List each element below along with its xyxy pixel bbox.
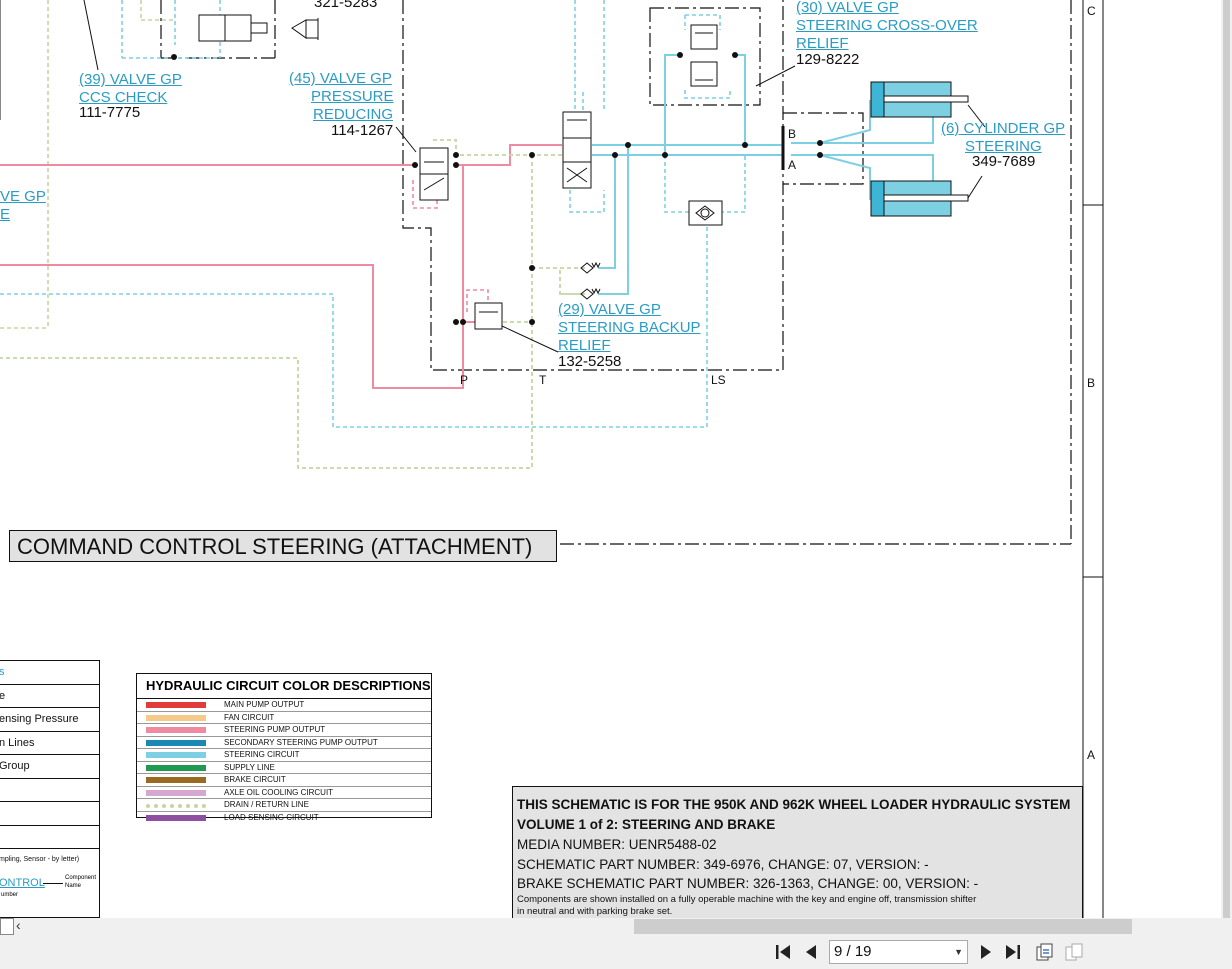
valve-29-link[interactable]: (29) VALVE GP [558, 301, 661, 319]
port-p-label: P [460, 373, 469, 387]
legend-item: STEERING PUMP OUTPUT [137, 724, 431, 737]
valve-45-name-1[interactable]: PRESSURE [311, 88, 394, 106]
legend-label: SECONDARY STEERING PUMP OUTPUT [224, 737, 378, 747]
legend-item: STEERING CIRCUIT [137, 749, 431, 762]
legend-label: FAN CIRCUIT [224, 712, 275, 722]
port-t-label: T [539, 373, 547, 387]
legend-swatch [146, 764, 206, 771]
zone-c-label: C [1087, 4, 1096, 18]
legend-rows: MAIN PUMP OUTPUT FAN CIRCUIT STEERING PUMP… [137, 699, 431, 823]
legend-item: SECONDARY STEERING PUMP OUTPUT [137, 737, 431, 749]
legend-item: MAIN PUMP OUTPUT [137, 699, 431, 712]
scroll-left-box[interactable] [0, 918, 14, 935]
left-table-row: s [0, 661, 99, 685]
zone-a-label: A [1087, 748, 1096, 762]
legend-item: FAN CIRCUIT [137, 712, 431, 724]
legend-swatch [146, 777, 206, 783]
prev-page-icon[interactable] [801, 942, 821, 962]
legend-item: AXLE OIL COOLING CIRCUIT [137, 787, 431, 799]
legend-label: BRAKE CIRCUIT [224, 775, 286, 784]
partial-link-1[interactable]: VE GP [0, 188, 46, 206]
horizontal-scrollbar[interactable]: ‹ [0, 917, 1232, 935]
legend-item: LOAD SENSING CIRCUIT [137, 812, 431, 824]
page-number-select[interactable]: 9 / 19 ▼ [829, 940, 968, 964]
left-table-row: mpling, Sensor - by letter) [0, 856, 80, 863]
port-ls-label: LS [711, 373, 726, 387]
horizontal-scroll-thumb[interactable] [634, 919, 1132, 934]
legend-label: STEERING PUMP OUTPUT [224, 725, 326, 734]
left-table-row: e [0, 685, 99, 708]
legend-item: SUPPLY LINE [137, 762, 431, 774]
valve-30-link[interactable]: (30) VALVE GP [796, 0, 899, 17]
info-note-1: Components are shown installed on a full… [517, 893, 977, 905]
two-page-icon[interactable] [1064, 942, 1084, 962]
legend-swatch [146, 739, 206, 746]
info-schematic-part-number: SCHEMATIC PART NUMBER: 349-6976, CHANGE:… [517, 856, 929, 872]
legend-label: LOAD SENSING CIRCUIT [224, 812, 319, 822]
port-a-label: A [788, 158, 797, 172]
left-table-row [0, 779, 99, 802]
info-line-2: VOLUME 1 of 2: STEERING AND BRAKE [517, 817, 776, 832]
legend-swatch [146, 804, 206, 808]
last-page-icon[interactable] [1003, 942, 1023, 962]
control-link[interactable]: ONTROL [0, 877, 45, 889]
info-brake-part-number: BRAKE SCHEMATIC PART NUMBER: 326-1363, C… [517, 876, 979, 891]
schematic-info-box: THIS SCHEMATIC IS FOR THE 950K AND 962K … [512, 786, 1083, 918]
valve-45-link[interactable]: (45) VALVE GP [289, 70, 392, 88]
zone-b-label: B [1087, 376, 1096, 390]
valve-30-part-number: 129-8222 [796, 51, 860, 68]
component-name-note: Component Name [65, 874, 97, 889]
first-page-icon[interactable] [773, 942, 793, 962]
vertical-scroll-thumb[interactable] [1223, 0, 1230, 918]
part-number-top: 321-5283 [314, 0, 378, 11]
legend-label: AXLE OIL COOLING CIRCUIT [224, 787, 334, 797]
left-table-example: ONTROL Component Name umber [0, 872, 99, 902]
legend-title: HYDRAULIC CIRCUIT COLOR DESCRIPTIONS [137, 674, 431, 699]
port-b-label: B [788, 127, 797, 141]
page-navigation-bar: 9 / 19 ▼ [0, 935, 1232, 969]
valve-45-part-number: 114-1267 [331, 122, 394, 139]
color-legend: HYDRAULIC CIRCUIT COLOR DESCRIPTIONS MAI… [136, 673, 432, 822]
legend-swatch [146, 789, 206, 796]
legend-swatch [146, 714, 206, 721]
info-media-number: MEDIA NUMBER: UENR5488-02 [517, 837, 717, 852]
legend-label: SUPPLY LINE [224, 762, 275, 772]
info-note-2: in neutral and with parking brake set. [517, 905, 673, 917]
partial-link-2[interactable]: E [0, 206, 10, 224]
valve-29-name-1[interactable]: STEERING BACKUP [558, 319, 701, 337]
legend-swatch [146, 752, 206, 758]
vertical-scrollbar[interactable] [1221, 0, 1232, 918]
page-number-value: 9 / 19 [834, 943, 872, 960]
legend-swatch [146, 727, 206, 733]
legend-label: DRAIN / RETURN LINE [224, 800, 309, 809]
legend-swatch [146, 814, 206, 821]
legend-item: BRAKE CIRCUIT [137, 774, 431, 787]
valve-39-part-number: 111-7775 [79, 104, 141, 121]
left-reference-table: s e ensing Pressure n Lines Group mpling… [0, 660, 100, 918]
next-page-icon[interactable] [976, 942, 996, 962]
chevron-down-icon: ▼ [954, 947, 963, 957]
legend-swatch [146, 702, 206, 708]
section-title: COMMAND CONTROL STEERING (ATTACHMENT) [9, 530, 557, 562]
fit-page-icon[interactable] [1034, 942, 1054, 962]
left-table-row: ensing Pressure [0, 708, 99, 732]
valve-30-name-1[interactable]: STEERING CROSS-OVER [796, 17, 978, 35]
valve-29-part-number: 132-5258 [558, 353, 622, 370]
cylinder-6-part-number: 349-7689 [972, 153, 1036, 170]
number-note: umber [1, 891, 19, 898]
left-table-row: n Lines [0, 732, 99, 755]
document-view: 321-5283 (39) VALVE GP CCS CHECK 111-777… [0, 0, 1232, 918]
legend-item: DRAIN / RETURN LINE [137, 799, 431, 812]
left-table-row [0, 802, 99, 826]
cylinder-6-link[interactable]: (6) CYLINDER GP [941, 120, 1065, 138]
valve-39-link[interactable]: (39) VALVE GP [79, 71, 182, 89]
scroll-left-icon[interactable]: ‹ [16, 917, 21, 933]
left-table-row: Group [0, 755, 99, 779]
left-table-row [0, 826, 99, 849]
legend-label: MAIN PUMP OUTPUT [224, 700, 305, 709]
example-arrow [43, 882, 63, 884]
info-line-1: THIS SCHEMATIC IS FOR THE 950K AND 962K … [517, 797, 1071, 812]
legend-label: STEERING CIRCUIT [224, 750, 300, 759]
